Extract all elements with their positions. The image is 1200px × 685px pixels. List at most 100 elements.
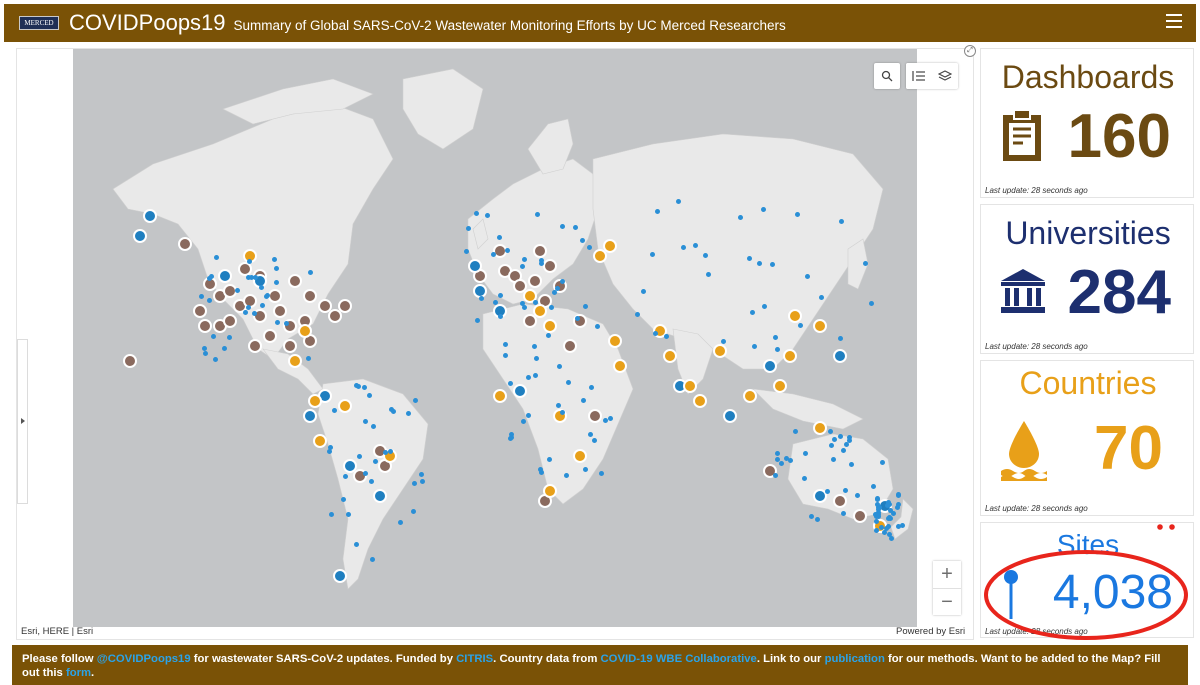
site-marker[interactable] <box>326 449 332 455</box>
site-marker[interactable] <box>828 443 834 449</box>
university-marker[interactable] <box>833 349 847 363</box>
site-marker[interactable] <box>235 287 241 293</box>
site-marker[interactable] <box>214 254 220 260</box>
university-marker[interactable] <box>343 459 357 473</box>
site-marker[interactable] <box>260 302 266 308</box>
dashboard-marker[interactable] <box>123 354 137 368</box>
fullscreen-icon[interactable]: ⤢ <box>964 45 976 57</box>
country-marker[interactable] <box>773 379 787 393</box>
site-marker[interactable] <box>675 199 681 205</box>
dashboard-marker[interactable] <box>263 329 277 343</box>
site-marker[interactable] <box>526 412 532 418</box>
site-marker[interactable] <box>774 451 780 457</box>
sidebar-expand-handle[interactable] <box>17 339 28 504</box>
country-marker[interactable] <box>313 434 327 448</box>
site-marker[interactable] <box>563 473 569 479</box>
university-marker[interactable] <box>333 569 347 583</box>
site-marker[interactable] <box>368 478 374 484</box>
site-marker[interactable] <box>209 273 215 279</box>
country-marker[interactable] <box>813 421 827 435</box>
site-marker[interactable] <box>868 300 874 306</box>
dashboard-marker[interactable] <box>193 304 207 318</box>
site-marker[interactable] <box>814 516 820 522</box>
site-marker[interactable] <box>353 542 359 548</box>
dashboard-marker[interactable] <box>248 339 262 353</box>
site-marker[interactable] <box>640 289 646 295</box>
dashboard-marker[interactable] <box>533 244 547 258</box>
zoom-in-button[interactable]: + <box>933 561 961 588</box>
hamburger-menu-icon[interactable] <box>1166 14 1182 28</box>
site-marker[interactable] <box>837 336 843 342</box>
dashboard-marker[interactable] <box>338 299 352 313</box>
site-marker[interactable] <box>873 513 879 519</box>
citris-link[interactable]: CITRIS <box>456 653 493 665</box>
site-marker[interactable] <box>747 255 753 261</box>
site-marker[interactable] <box>580 397 586 403</box>
site-marker[interactable] <box>273 279 279 285</box>
dashboard-marker[interactable] <box>178 237 192 251</box>
site-marker[interactable] <box>246 304 252 310</box>
dashboard-marker[interactable] <box>198 319 212 333</box>
world-map[interactable] <box>73 49 917 627</box>
site-marker[interactable] <box>894 504 900 510</box>
dashboard-marker[interactable] <box>563 339 577 353</box>
dashboard-marker[interactable] <box>833 494 847 508</box>
dashboard-marker[interactable] <box>588 409 602 423</box>
site-marker[interactable] <box>702 252 708 258</box>
dashboard-marker[interactable] <box>238 262 252 276</box>
dashboard-marker[interactable] <box>268 289 282 303</box>
site-marker[interactable] <box>773 472 779 478</box>
site-marker[interactable] <box>305 355 311 361</box>
site-marker[interactable] <box>574 315 580 321</box>
site-marker[interactable] <box>474 317 480 323</box>
site-marker[interactable] <box>654 209 660 215</box>
country-marker[interactable] <box>663 349 677 363</box>
wbe-collaborative-link[interactable]: COVID-19 WBE Collaborative <box>601 653 757 665</box>
site-marker[interactable] <box>805 273 811 279</box>
site-marker[interactable] <box>367 392 373 398</box>
country-marker[interactable] <box>683 379 697 393</box>
site-marker[interactable] <box>243 309 249 315</box>
zoom-out-button[interactable]: − <box>933 588 961 615</box>
country-marker[interactable] <box>493 389 507 403</box>
site-marker[interactable] <box>572 225 578 231</box>
university-marker[interactable] <box>513 384 527 398</box>
form-link[interactable]: form <box>66 667 91 679</box>
site-marker[interactable] <box>548 304 554 310</box>
site-marker[interactable] <box>830 456 836 462</box>
site-marker[interactable] <box>587 244 593 250</box>
site-marker[interactable] <box>720 338 726 344</box>
site-marker[interactable] <box>418 471 424 477</box>
site-marker[interactable] <box>497 314 503 320</box>
site-marker[interactable] <box>202 350 208 356</box>
university-marker[interactable] <box>763 359 777 373</box>
country-marker[interactable] <box>543 484 557 498</box>
university-marker[interactable] <box>303 409 317 423</box>
site-marker[interactable] <box>533 372 539 378</box>
site-marker[interactable] <box>879 460 885 465</box>
country-marker[interactable] <box>813 319 827 333</box>
site-marker[interactable] <box>538 466 544 472</box>
site-marker[interactable] <box>559 409 565 415</box>
site-marker[interactable] <box>885 524 891 530</box>
site-marker[interactable] <box>362 384 367 390</box>
country-marker[interactable] <box>573 449 587 463</box>
site-marker[interactable] <box>413 397 419 403</box>
site-marker[interactable] <box>519 263 525 269</box>
site-marker[interactable] <box>837 433 843 439</box>
country-marker[interactable] <box>288 354 302 368</box>
site-marker[interactable] <box>846 434 852 440</box>
site-marker[interactable] <box>463 248 469 254</box>
site-marker[interactable] <box>473 211 479 217</box>
country-marker[interactable] <box>533 304 547 318</box>
dashboard-marker[interactable] <box>273 304 287 318</box>
site-marker[interactable] <box>873 528 879 534</box>
site-marker[interactable] <box>331 408 337 414</box>
site-marker[interactable] <box>521 257 527 263</box>
layers-icon[interactable] <box>932 63 958 89</box>
site-marker[interactable] <box>579 238 585 244</box>
site-marker[interactable] <box>363 470 369 476</box>
dashboard-marker[interactable] <box>853 509 867 523</box>
site-marker[interactable] <box>779 460 785 466</box>
site-marker[interactable] <box>251 310 257 316</box>
